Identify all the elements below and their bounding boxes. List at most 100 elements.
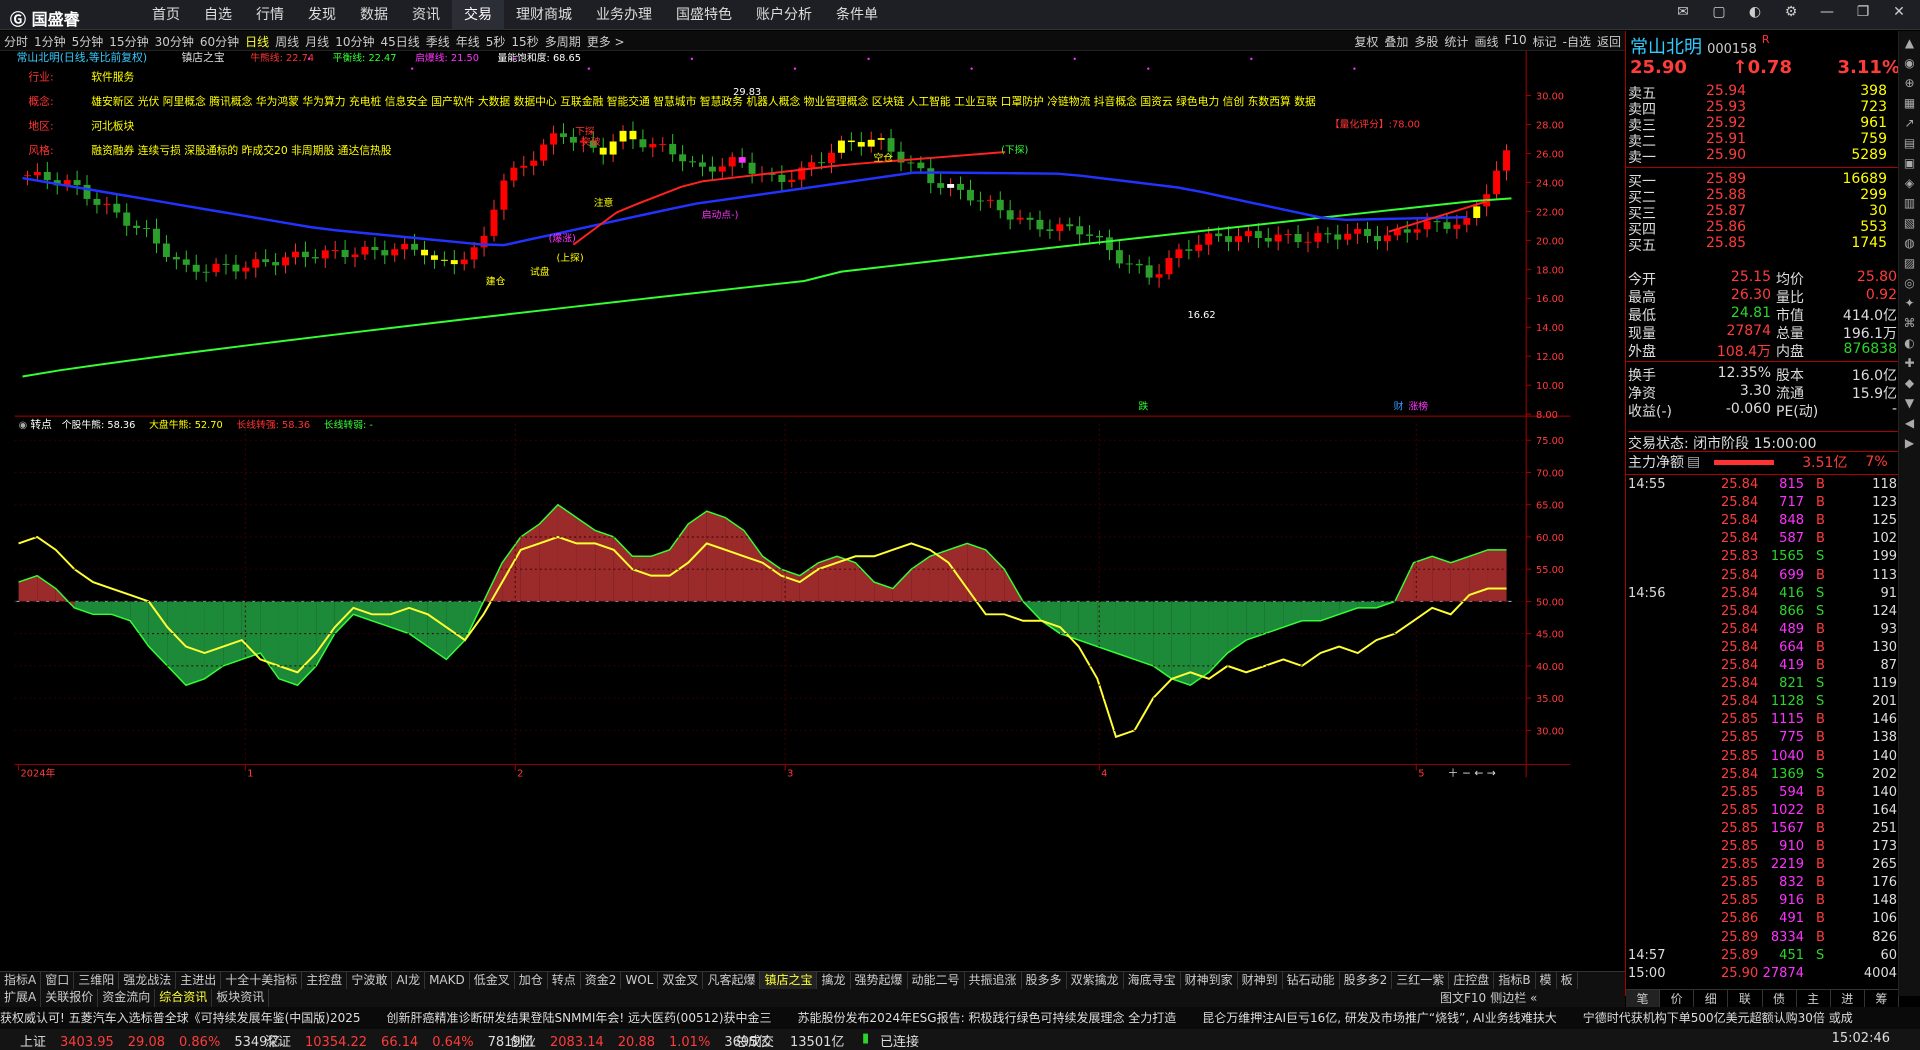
ext-tab-1[interactable]: 关联报价 (41, 989, 99, 1007)
tab-f10-graph[interactable]: 图文F10 (1440, 989, 1486, 1006)
period-15[interactable]: 多周期 (545, 33, 581, 50)
indicator-tab-33[interactable]: 板 (1557, 972, 1578, 989)
orderbook-row[interactable]: 买一 25.89 16689 (1626, 171, 1899, 190)
period-7[interactable]: 周线 (275, 33, 299, 50)
indicator-tab-3[interactable]: 强龙战法 (119, 972, 177, 989)
quote-tab-0[interactable]: 笔 (1626, 990, 1661, 1007)
indicator-tab-24[interactable]: 海底寻宝 (1124, 972, 1181, 989)
period-5[interactable]: 60分钟 (200, 33, 239, 50)
period-6[interactable]: 日线 (245, 33, 269, 50)
minimize-icon[interactable]: — (1816, 4, 1838, 20)
indicator-tab-29[interactable]: 三红一紫 (1392, 972, 1450, 989)
indicator-tab-25[interactable]: 财神到家 (1181, 972, 1238, 989)
indicator-tab-9[interactable]: MAKD (425, 972, 470, 989)
ext-tab-3[interactable]: 综合资讯 (155, 989, 213, 1007)
tool-5[interactable]: F10 (1504, 33, 1526, 50)
indicator-tab-20[interactable]: 动能二号 (908, 972, 965, 989)
period-11[interactable]: 季线 (426, 33, 450, 50)
news-item[interactable]: 宁德时代获机构下单500亿美元超额认购30倍 或成 (1583, 1007, 1853, 1029)
tool-6[interactable]: 标记 (1533, 33, 1557, 50)
main-flow-icon[interactable]: ▤ (1687, 454, 1700, 470)
menu-item-8[interactable]: 业务办理 (584, 0, 664, 30)
period-12[interactable]: 年线 (456, 33, 480, 50)
indicator-tab-27[interactable]: 钻石动能 (1283, 972, 1340, 989)
tool-7[interactable]: -自选 (1563, 33, 1591, 50)
news-item[interactable]: 获权威认可! 五菱汽车入选标普全球《可持续发展年鉴(中国版)2025 (0, 1007, 361, 1029)
indicator-tab-0[interactable]: 指标A (0, 972, 42, 989)
skin-icon[interactable]: ◐ (1744, 4, 1766, 20)
app-logo[interactable]: Ⓖ 国盛睿 (10, 6, 80, 30)
period-9[interactable]: 10分钟 (335, 33, 374, 50)
tool-1[interactable]: 叠加 (1384, 33, 1408, 50)
indicator-tab-6[interactable]: 主控盘 (302, 972, 348, 989)
menu-item-1[interactable]: 自选 (192, 0, 244, 30)
indicator-tab-2[interactable]: 三维阳 (74, 972, 120, 989)
indicator-tab-32[interactable]: 模 (1536, 972, 1557, 989)
orderbook-row[interactable]: 买二 25.88 299 (1626, 187, 1899, 206)
menu-item-3[interactable]: 发现 (296, 0, 348, 30)
indicator-tab-13[interactable]: 资金2 (581, 972, 622, 989)
period-3[interactable]: 15分钟 (109, 33, 148, 50)
period-2[interactable]: 5分钟 (72, 33, 104, 50)
indicator-tab-28[interactable]: 股多多2 (1340, 972, 1393, 989)
indicator-tab-7[interactable]: 宁波敢 (347, 972, 393, 989)
quote-tab-4[interactable]: 债 (1763, 990, 1797, 1007)
indicator-tab-18[interactable]: 擒龙 (817, 972, 851, 989)
ext-tab-4[interactable]: 板块资讯 (212, 989, 270, 1007)
orderbook-row[interactable]: 卖一 25.90 5289 (1626, 147, 1899, 166)
mail-icon[interactable]: ▢ (1708, 4, 1730, 20)
menu-item-7[interactable]: 理财商城 (504, 0, 584, 30)
kline-chart[interactable]: 常山北明(日线,等比前复权) 镇店之宝 牛熊线: 22.74 平衡线: 22.47 启爆… (0, 51, 1585, 954)
indicator-tab-1[interactable]: 窗口 (41, 972, 75, 989)
quote-tab-7[interactable]: 筹 (1865, 990, 1899, 1007)
period-13[interactable]: 5秒 (486, 33, 506, 50)
orderbook-row[interactable]: 卖三 25.92 961 (1626, 115, 1899, 134)
orderbook-row[interactable]: 卖五 25.94 398 (1626, 83, 1899, 102)
indicator-tab-26[interactable]: 财神到 (1238, 972, 1283, 989)
period-4[interactable]: 30分钟 (155, 33, 194, 50)
indicator-tab-8[interactable]: AI龙 (392, 972, 426, 989)
menu-item-10[interactable]: 账户分析 (744, 0, 824, 30)
period-1[interactable]: 1分钟 (34, 33, 66, 50)
menu-item-11[interactable]: 条件单 (824, 0, 890, 30)
menu-item-0[interactable]: 首页 (140, 0, 192, 30)
tool-0[interactable]: 复权 (1354, 33, 1378, 50)
period-10[interactable]: 45日线 (380, 33, 419, 50)
tool-3[interactable]: 统计 (1444, 33, 1468, 50)
tool-2[interactable]: 多股 (1414, 33, 1438, 50)
indicator-tab-23[interactable]: 双紫擒龙 (1067, 972, 1124, 989)
quote-tab-1[interactable]: 价 (1660, 990, 1695, 1007)
menu-item-9[interactable]: 国盛特色 (664, 0, 744, 30)
indicator-tab-5[interactable]: 十全十美指标 (221, 972, 303, 989)
menu-item-2[interactable]: 行情 (244, 0, 296, 30)
indicator-tab-31[interactable]: 指标B (1494, 972, 1536, 989)
side-icons[interactable]: ▲ ◉ ⊕ ▦ ↗ ▤ ▣ ◈ ▥ ▧ ◍ ▨ ◎ ✦ ⌘ ◐ ✚ ◆ ▼ ◀ ▶ (1899, 31, 1920, 453)
orderbook-row[interactable]: 买四 25.86 553 (1626, 219, 1899, 238)
quote-tab-5[interactable]: 主 (1797, 990, 1831, 1007)
period-8[interactable]: 月线 (305, 33, 329, 50)
indicator-tab-21[interactable]: 共振追涨 (965, 972, 1022, 989)
indicator-tab-17[interactable]: 镇店之宝 (760, 972, 818, 989)
quote-tab-3[interactable]: 联 (1728, 990, 1763, 1007)
indicator-tab-15[interactable]: 双金叉 (658, 972, 704, 989)
period-14[interactable]: 15秒 (511, 33, 538, 50)
orderbook-row[interactable]: 买三 25.87 30 (1626, 203, 1899, 222)
quote-tab-6[interactable]: 进 (1831, 990, 1865, 1007)
ext-tab-0[interactable]: 扩展A (0, 989, 42, 1007)
period-0[interactable]: 分时 (4, 33, 28, 50)
index-0[interactable]: 上证 3403.95 29.08 0.86% 5349亿 (20, 1031, 294, 1050)
orderbook-row[interactable]: 买五 25.85 1745 (1626, 235, 1899, 254)
tab-sidebar[interactable]: 侧边栏 « (1490, 989, 1537, 1006)
orderbook-row[interactable]: 卖四 25.93 723 (1626, 99, 1899, 118)
menu-item-6[interactable]: 交易 (452, 0, 504, 30)
ext-tab-2[interactable]: 资金流向 (98, 989, 156, 1007)
zoom-icons[interactable]: ＋ − ← → (1448, 766, 1496, 779)
indicator-tab-14[interactable]: WOL (621, 972, 659, 989)
news-ticker[interactable]: 获权威认可! 五菱汽车入选标普全球《可持续发展年鉴(中国版)2025 创新肝癌精准… (0, 1007, 1920, 1029)
tick-list[interactable]: 14:55 25.84 815 B 118 25.84 717 B 123 25.84 848 B 12… (1626, 474, 1899, 981)
message-icon[interactable]: ✉ (1672, 4, 1694, 20)
tool-8[interactable]: 返回 (1597, 33, 1621, 50)
indicator-tab-30[interactable]: 庄控盘 (1449, 972, 1495, 989)
news-item[interactable]: 昆仑万维押注AI巨亏16亿, 研发及市场推广“烧钱”, AI业务线难扶大 (1202, 1007, 1556, 1029)
maximize-icon[interactable]: ❐ (1852, 4, 1874, 20)
